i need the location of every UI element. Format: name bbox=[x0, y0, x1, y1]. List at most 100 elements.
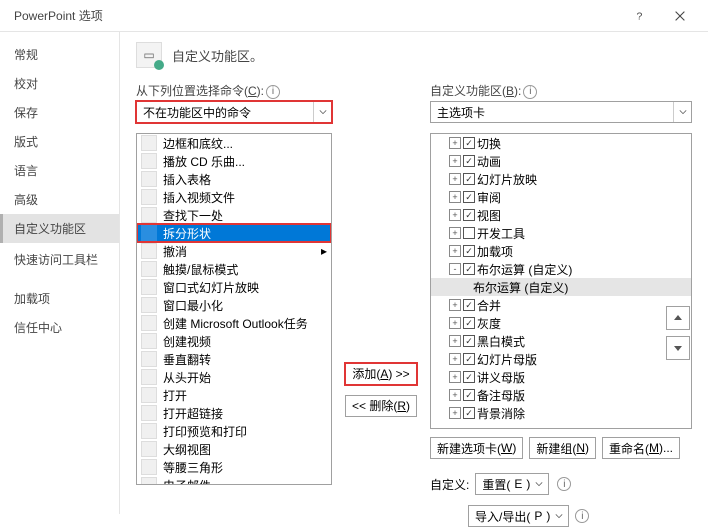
sidebar-item[interactable]: 语言 bbox=[0, 156, 119, 185]
tree-item[interactable]: +✓ 灰度 bbox=[431, 314, 691, 332]
command-item[interactable]: 打印预览和打印 bbox=[137, 422, 331, 440]
tree-item[interactable]: +✓ 讲义母版 bbox=[431, 368, 691, 386]
tree-item[interactable]: +✓ 备注母版 bbox=[431, 386, 691, 404]
expand-icon[interactable]: + bbox=[449, 137, 461, 149]
tree-checkbox[interactable]: ✓ bbox=[463, 155, 475, 167]
sidebar-item[interactable]: 版式 bbox=[0, 127, 119, 156]
window-close-button[interactable] bbox=[660, 2, 700, 30]
tree-checkbox[interactable]: ✓ bbox=[463, 209, 475, 221]
expand-icon[interactable]: + bbox=[449, 407, 461, 419]
new-group-button[interactable]: 新建组(N) bbox=[529, 437, 596, 459]
tree-checkbox[interactable]: ✓ bbox=[463, 299, 475, 311]
sidebar-item[interactable]: 信任中心 bbox=[0, 313, 119, 342]
sidebar-item[interactable]: 常规 bbox=[0, 40, 119, 69]
command-item[interactable]: 拆分形状 bbox=[137, 224, 331, 242]
new-tab-button[interactable]: 新建选项卡(W) bbox=[430, 437, 523, 459]
page-heading: 自定义功能区。 bbox=[172, 46, 263, 65]
command-item[interactable]: 等腰三角形 bbox=[137, 458, 331, 476]
help-icon[interactable]: i bbox=[266, 85, 280, 99]
tree-item[interactable]: +✓ 动画 bbox=[431, 152, 691, 170]
command-item[interactable]: 播放 CD 乐曲... bbox=[137, 152, 331, 170]
help-icon[interactable]: i bbox=[575, 509, 589, 523]
command-item[interactable]: 窗口式幻灯片放映 bbox=[137, 278, 331, 296]
command-item[interactable]: 大纲视图 bbox=[137, 440, 331, 458]
tree-item[interactable]: + 开发工具 bbox=[431, 224, 691, 242]
remove-button[interactable]: << 删除(R) bbox=[345, 395, 417, 417]
command-item[interactable]: 电子邮件 bbox=[137, 476, 331, 485]
tree-checkbox[interactable]: ✓ bbox=[463, 245, 475, 257]
command-item[interactable]: 垂直翻转 bbox=[137, 350, 331, 368]
move-down-button[interactable] bbox=[666, 336, 690, 360]
tree-checkbox[interactable]: ✓ bbox=[463, 173, 475, 185]
expand-icon[interactable]: + bbox=[449, 335, 461, 347]
sidebar-item[interactable]: 高级 bbox=[0, 185, 119, 214]
command-item[interactable]: 触摸/鼠标模式 bbox=[137, 260, 331, 278]
tree-item[interactable]: +✓ 合并 bbox=[431, 296, 691, 314]
tree-item[interactable]: +✓ 审阅 bbox=[431, 188, 691, 206]
tree-item[interactable]: +✓ 加载项 bbox=[431, 242, 691, 260]
expand-icon[interactable]: + bbox=[449, 191, 461, 203]
tree-checkbox[interactable]: ✓ bbox=[463, 389, 475, 401]
command-item[interactable]: 插入视频文件 bbox=[137, 188, 331, 206]
help-icon[interactable]: i bbox=[523, 85, 537, 99]
add-button[interactable]: 添加(A) >> bbox=[345, 363, 416, 385]
commands-list[interactable]: 边框和底纹...播放 CD 乐曲...插入表格插入视频文件查找下一处拆分形状撤消… bbox=[136, 133, 332, 485]
expand-icon[interactable]: + bbox=[449, 389, 461, 401]
import-export-dropdown[interactable]: 导入/导出(P) bbox=[468, 505, 569, 527]
expand-icon[interactable]: + bbox=[449, 245, 461, 257]
expand-icon[interactable]: + bbox=[449, 173, 461, 185]
sidebar-item[interactable]: 自定义功能区 bbox=[0, 214, 119, 243]
command-item[interactable]: 打开超链接 bbox=[137, 404, 331, 422]
expand-icon[interactable]: + bbox=[449, 317, 461, 329]
choose-commands-dropdown[interactable]: 不在功能区中的命令 bbox=[136, 101, 332, 123]
rename-button[interactable]: 重命名(M)... bbox=[602, 437, 680, 459]
command-icon bbox=[141, 423, 157, 439]
tree-child-item[interactable]: 布尔运算 (自定义) bbox=[431, 278, 691, 296]
tree-item[interactable]: +✓ 切换 bbox=[431, 134, 691, 152]
tree-item[interactable]: +✓ 黑白模式 bbox=[431, 332, 691, 350]
command-item[interactable]: 插入表格 bbox=[137, 170, 331, 188]
command-item[interactable]: 创建视频 bbox=[137, 332, 331, 350]
command-label: 从头开始 bbox=[163, 369, 211, 386]
command-item[interactable]: 打开 bbox=[137, 386, 331, 404]
ribbon-tree[interactable]: +✓ 切换+✓ 动画+✓ 幻灯片放映+✓ 审阅+✓ 视图+ 开发工具+✓ 加载项… bbox=[430, 133, 692, 429]
expand-icon[interactable]: + bbox=[449, 371, 461, 383]
command-label: 撤消 bbox=[163, 243, 187, 260]
tree-checkbox[interactable]: ✓ bbox=[463, 191, 475, 203]
sidebar-item[interactable]: 校对 bbox=[0, 69, 119, 98]
tree-checkbox[interactable]: ✓ bbox=[463, 335, 475, 347]
ribbon-scope-dropdown[interactable]: 主选项卡 bbox=[430, 101, 692, 123]
reset-dropdown[interactable]: 重置(E) bbox=[475, 473, 549, 495]
command-item[interactable]: 撤消 ▸ bbox=[137, 242, 331, 260]
sidebar-item[interactable]: 保存 bbox=[0, 98, 119, 127]
move-up-button[interactable] bbox=[666, 306, 690, 330]
command-icon bbox=[141, 441, 157, 457]
tree-item[interactable]: +✓ 幻灯片母版 bbox=[431, 350, 691, 368]
sidebar-item[interactable]: 快速访问工具栏 bbox=[0, 245, 119, 274]
expand-icon[interactable]: + bbox=[449, 155, 461, 167]
expand-icon[interactable]: + bbox=[449, 227, 461, 239]
expand-icon[interactable]: + bbox=[449, 299, 461, 311]
expand-icon[interactable]: + bbox=[449, 353, 461, 365]
tree-item[interactable]: +✓ 视图 bbox=[431, 206, 691, 224]
tree-checkbox[interactable]: ✓ bbox=[463, 407, 475, 419]
collapse-icon[interactable]: - bbox=[449, 263, 461, 275]
expand-icon[interactable]: + bbox=[449, 209, 461, 221]
tree-item[interactable]: +✓ 幻灯片放映 bbox=[431, 170, 691, 188]
sidebar-item[interactable]: 加载项 bbox=[0, 284, 119, 313]
command-item[interactable]: 查找下一处 bbox=[137, 206, 331, 224]
window-help-button[interactable]: ? bbox=[620, 2, 660, 30]
tree-checkbox[interactable]: ✓ bbox=[463, 137, 475, 149]
tree-item[interactable]: -✓ 布尔运算 (自定义) bbox=[431, 260, 691, 278]
command-item[interactable]: 创建 Microsoft Outlook任务 bbox=[137, 314, 331, 332]
help-icon[interactable]: i bbox=[557, 477, 571, 491]
tree-checkbox[interactable]: ✓ bbox=[463, 317, 475, 329]
tree-item[interactable]: +✓ 背景消除 bbox=[431, 404, 691, 422]
tree-checkbox[interactable]: ✓ bbox=[463, 371, 475, 383]
tree-checkbox[interactable]: ✓ bbox=[463, 263, 475, 275]
command-item[interactable]: 从头开始 bbox=[137, 368, 331, 386]
command-item[interactable]: 窗口最小化 bbox=[137, 296, 331, 314]
command-item[interactable]: 边框和底纹... bbox=[137, 134, 331, 152]
tree-checkbox[interactable]: ✓ bbox=[463, 353, 475, 365]
tree-checkbox[interactable] bbox=[463, 227, 475, 239]
